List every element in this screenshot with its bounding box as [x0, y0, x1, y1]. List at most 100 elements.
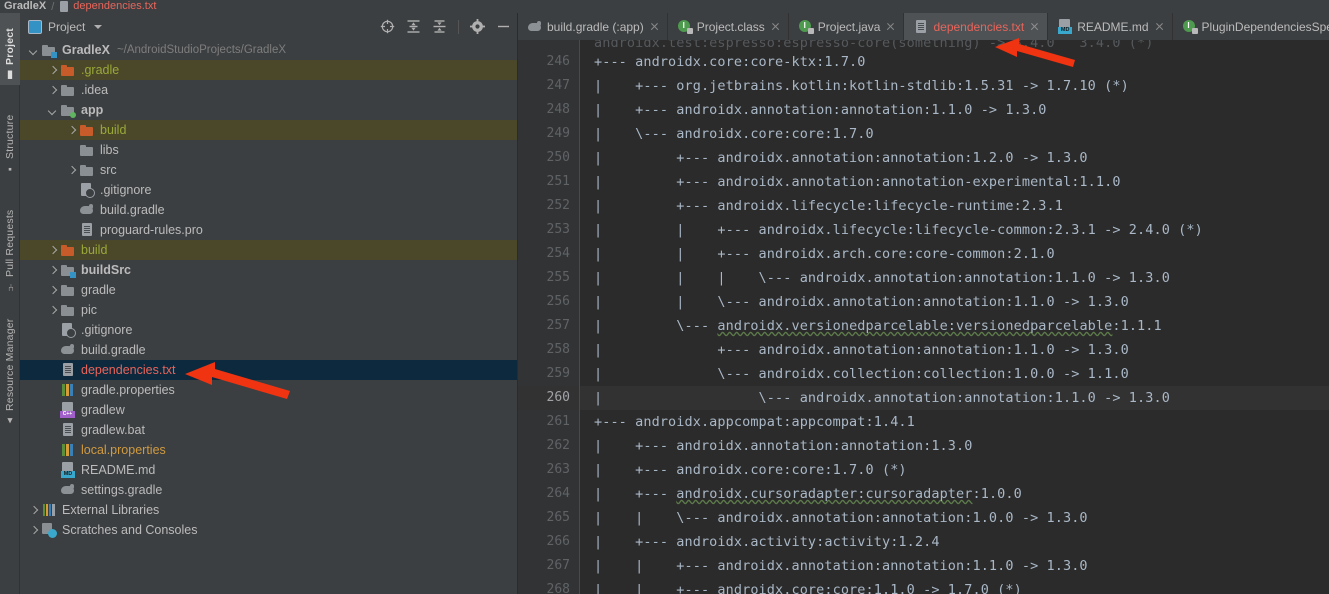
code-line[interactable]: | +--- androidx.annotation:annotation:1.… [580, 146, 1329, 170]
code-line[interactable]: | +--- androidx.activity:activity:1.2.4 [580, 530, 1329, 554]
code-line[interactable]: +--- androidx.core:core-ktx:1.7.0 [580, 50, 1329, 74]
tree-item-src[interactable]: src [20, 160, 517, 180]
tree-item-buildsrc[interactable]: buildSrc [20, 260, 517, 280]
tree-item-pic[interactable]: pic [20, 300, 517, 320]
code-line[interactable]: | | +--- androidx.arch.core:core-common:… [580, 242, 1329, 266]
tree-item-external-libraries[interactable]: External Libraries [20, 500, 517, 520]
breadcrumb-root[interactable]: GradleX [4, 0, 46, 13]
chevron-right-icon[interactable] [47, 305, 58, 316]
editor-tab-project-class[interactable]: Project.class [668, 13, 789, 40]
tree-item--idea[interactable]: .idea [20, 80, 517, 100]
chevron-right-icon[interactable] [47, 65, 58, 76]
code-line[interactable]: | +--- androidx.core:core:1.7.0 (*) [580, 458, 1329, 482]
select-opened-file-icon[interactable] [380, 19, 395, 34]
close-icon[interactable] [770, 21, 781, 32]
sidebar-item-structure[interactable]: ▪ Structure [0, 91, 20, 179]
code-line[interactable]: | +--- androidx.annotation:annotation:1.… [580, 434, 1329, 458]
code-content[interactable]: androidx.test:espresso:espresso-core(som… [580, 40, 1329, 594]
close-icon[interactable] [885, 21, 896, 32]
markdown-file-icon [1057, 19, 1073, 34]
tree-item-libs[interactable]: libs [20, 140, 517, 160]
project-tree[interactable]: GradleX ~/AndroidStudioProjects/GradleX .g… [20, 40, 517, 594]
java-class-icon [677, 19, 693, 34]
editor-tab-dependencies-txt[interactable]: dependencies.txt [904, 13, 1049, 40]
project-panel-title-group[interactable]: Project [28, 19, 103, 34]
line-number: 252 [546, 198, 570, 213]
editor-tab-plugindependenciesspec-java[interactable]: PluginDependenciesSpec.java [1173, 13, 1329, 40]
code-viewport[interactable]: 246 247 248 249 250 251 252 253 254 255 256 257 258 2… [518, 40, 1329, 594]
tree-item-gradle-properties[interactable]: gradle.properties [20, 380, 517, 400]
chevron-right-icon[interactable] [47, 245, 58, 256]
chevron-right-icon[interactable] [47, 85, 58, 96]
spellcheck-underlined-token: androidx.versionedparcelable:versionedpa… [717, 318, 1113, 334]
breadcrumb-file[interactable]: dependencies.txt [73, 0, 156, 13]
tree-item-build[interactable]: build [20, 240, 517, 260]
code-line[interactable]: | +--- androidx.annotation:annotation-ex… [580, 170, 1329, 194]
line-number: 251 [546, 174, 570, 189]
tree-item-gradlex[interactable]: GradleX ~/AndroidStudioProjects/GradleX [20, 40, 517, 60]
tree-item-build-gradle[interactable]: build.gradle [20, 340, 517, 360]
hide-icon[interactable] [496, 19, 511, 34]
code-line[interactable]: | +--- org.jetbrains.kotlin:kotlin-stdli… [580, 74, 1329, 98]
code-line[interactable]: | | +--- androidx.annotation:annotation:… [580, 554, 1329, 578]
tree-item-label: GradleX [62, 43, 110, 57]
chevron-right-icon[interactable] [28, 505, 39, 516]
tree-item-gradle[interactable]: gradle [20, 280, 517, 300]
code-line[interactable]: | | +--- androidx.core:core:1.1.0 -> 1.7… [580, 578, 1329, 594]
expand-all-icon[interactable] [406, 19, 421, 34]
tree-item--gitignore[interactable]: .gitignore [20, 180, 517, 200]
chevron-right-icon[interactable] [66, 165, 77, 176]
editor-tab-bar[interactable]: build.gradle (:app) Project.class Project.… [518, 13, 1329, 40]
code-line[interactable]: | \--- androidx.collection:collection:1.… [580, 362, 1329, 386]
code-line[interactable]: | +--- androidx.annotation:annotation:1.… [580, 98, 1329, 122]
tree-item--gradle[interactable]: .gradle [20, 60, 517, 80]
tree-item-readme-md[interactable]: README.md [20, 460, 517, 480]
close-icon[interactable] [1029, 21, 1040, 32]
chevron-right-icon[interactable] [66, 125, 77, 136]
breadcrumb-separator: / [51, 0, 55, 13]
lock-badge-icon [807, 28, 814, 34]
close-icon[interactable] [649, 21, 660, 32]
tree-item-proguard-rules-pro[interactable]: proguard-rules.pro [20, 220, 517, 240]
tree-item-build-gradle[interactable]: build.gradle [20, 200, 517, 220]
chevron-down-icon[interactable] [47, 105, 58, 116]
chevron-down-icon[interactable] [94, 24, 103, 29]
collapse-all-icon[interactable] [432, 19, 447, 34]
pull-request-icon: ⑂ [4, 280, 16, 291]
chevron-right-icon[interactable] [47, 265, 58, 276]
chevron-right-icon[interactable] [47, 285, 58, 296]
code-line[interactable]: | +--- androidx.annotation:annotation:1.… [580, 338, 1329, 362]
tree-item-scratches-and-consoles[interactable]: Scratches and Consoles [20, 520, 517, 540]
code-line[interactable]: | | \--- androidx.annotation:annotation:… [580, 506, 1329, 530]
code-line[interactable]: | | | \--- androidx.annotation:annotatio… [580, 266, 1329, 290]
sidebar-item-pull-requests[interactable]: ⑂ Pull Requests [0, 185, 20, 295]
code-line[interactable]: | +--- androidx.lifecycle:lifecycle-runt… [580, 194, 1329, 218]
code-line[interactable]: | \--- androidx.versionedparcelable:vers… [580, 314, 1329, 338]
tree-item-gradlew[interactable]: gradlew [20, 400, 517, 420]
code-line[interactable]: | | \--- androidx.annotation:annotation:… [580, 290, 1329, 314]
tree-item-build[interactable]: build [20, 120, 517, 140]
chevron-right-icon[interactable] [28, 525, 39, 536]
code-line[interactable]: | \--- androidx.annotation:annotation:1.… [580, 386, 1329, 410]
tree-item-settings-gradle[interactable]: settings.gradle [20, 480, 517, 500]
sidebar-item-resource-manager[interactable]: ▴ Resource Manager [0, 301, 20, 431]
tree-item--gitignore[interactable]: .gitignore [20, 320, 517, 340]
tree-item-app[interactable]: app [20, 100, 517, 120]
sidebar-item-project[interactable]: ▮ Project [0, 13, 20, 85]
code-line[interactable]: androidx.test:espresso:espresso-core(som… [580, 40, 1329, 50]
editor-tab-readme-md[interactable]: README.md [1048, 13, 1173, 40]
tree-item-local-properties[interactable]: local.properties [20, 440, 517, 460]
code-line[interactable]: +--- androidx.appcompat:appcompat:1.4.1 [580, 410, 1329, 434]
editor-tab-build-gradle-app-[interactable]: build.gradle (:app) [518, 13, 668, 40]
code-line[interactable]: | \--- androidx.core:core:1.7.0 [580, 122, 1329, 146]
close-icon[interactable] [1154, 21, 1165, 32]
tree-item-gradlew-bat[interactable]: gradlew.bat [20, 420, 517, 440]
chevron-down-icon[interactable] [28, 45, 39, 56]
code-line[interactable]: | +--- androidx.cursoradapter:cursoradap… [580, 482, 1329, 506]
code-line[interactable]: | | +--- androidx.lifecycle:lifecycle-co… [580, 218, 1329, 242]
settings-gear-icon[interactable] [470, 19, 485, 34]
editor-tab-project-java[interactable]: Project.java [789, 13, 905, 40]
tree-item-dependencies-txt[interactable]: dependencies.txt [20, 360, 517, 380]
folder-orange-icon [79, 122, 95, 138]
